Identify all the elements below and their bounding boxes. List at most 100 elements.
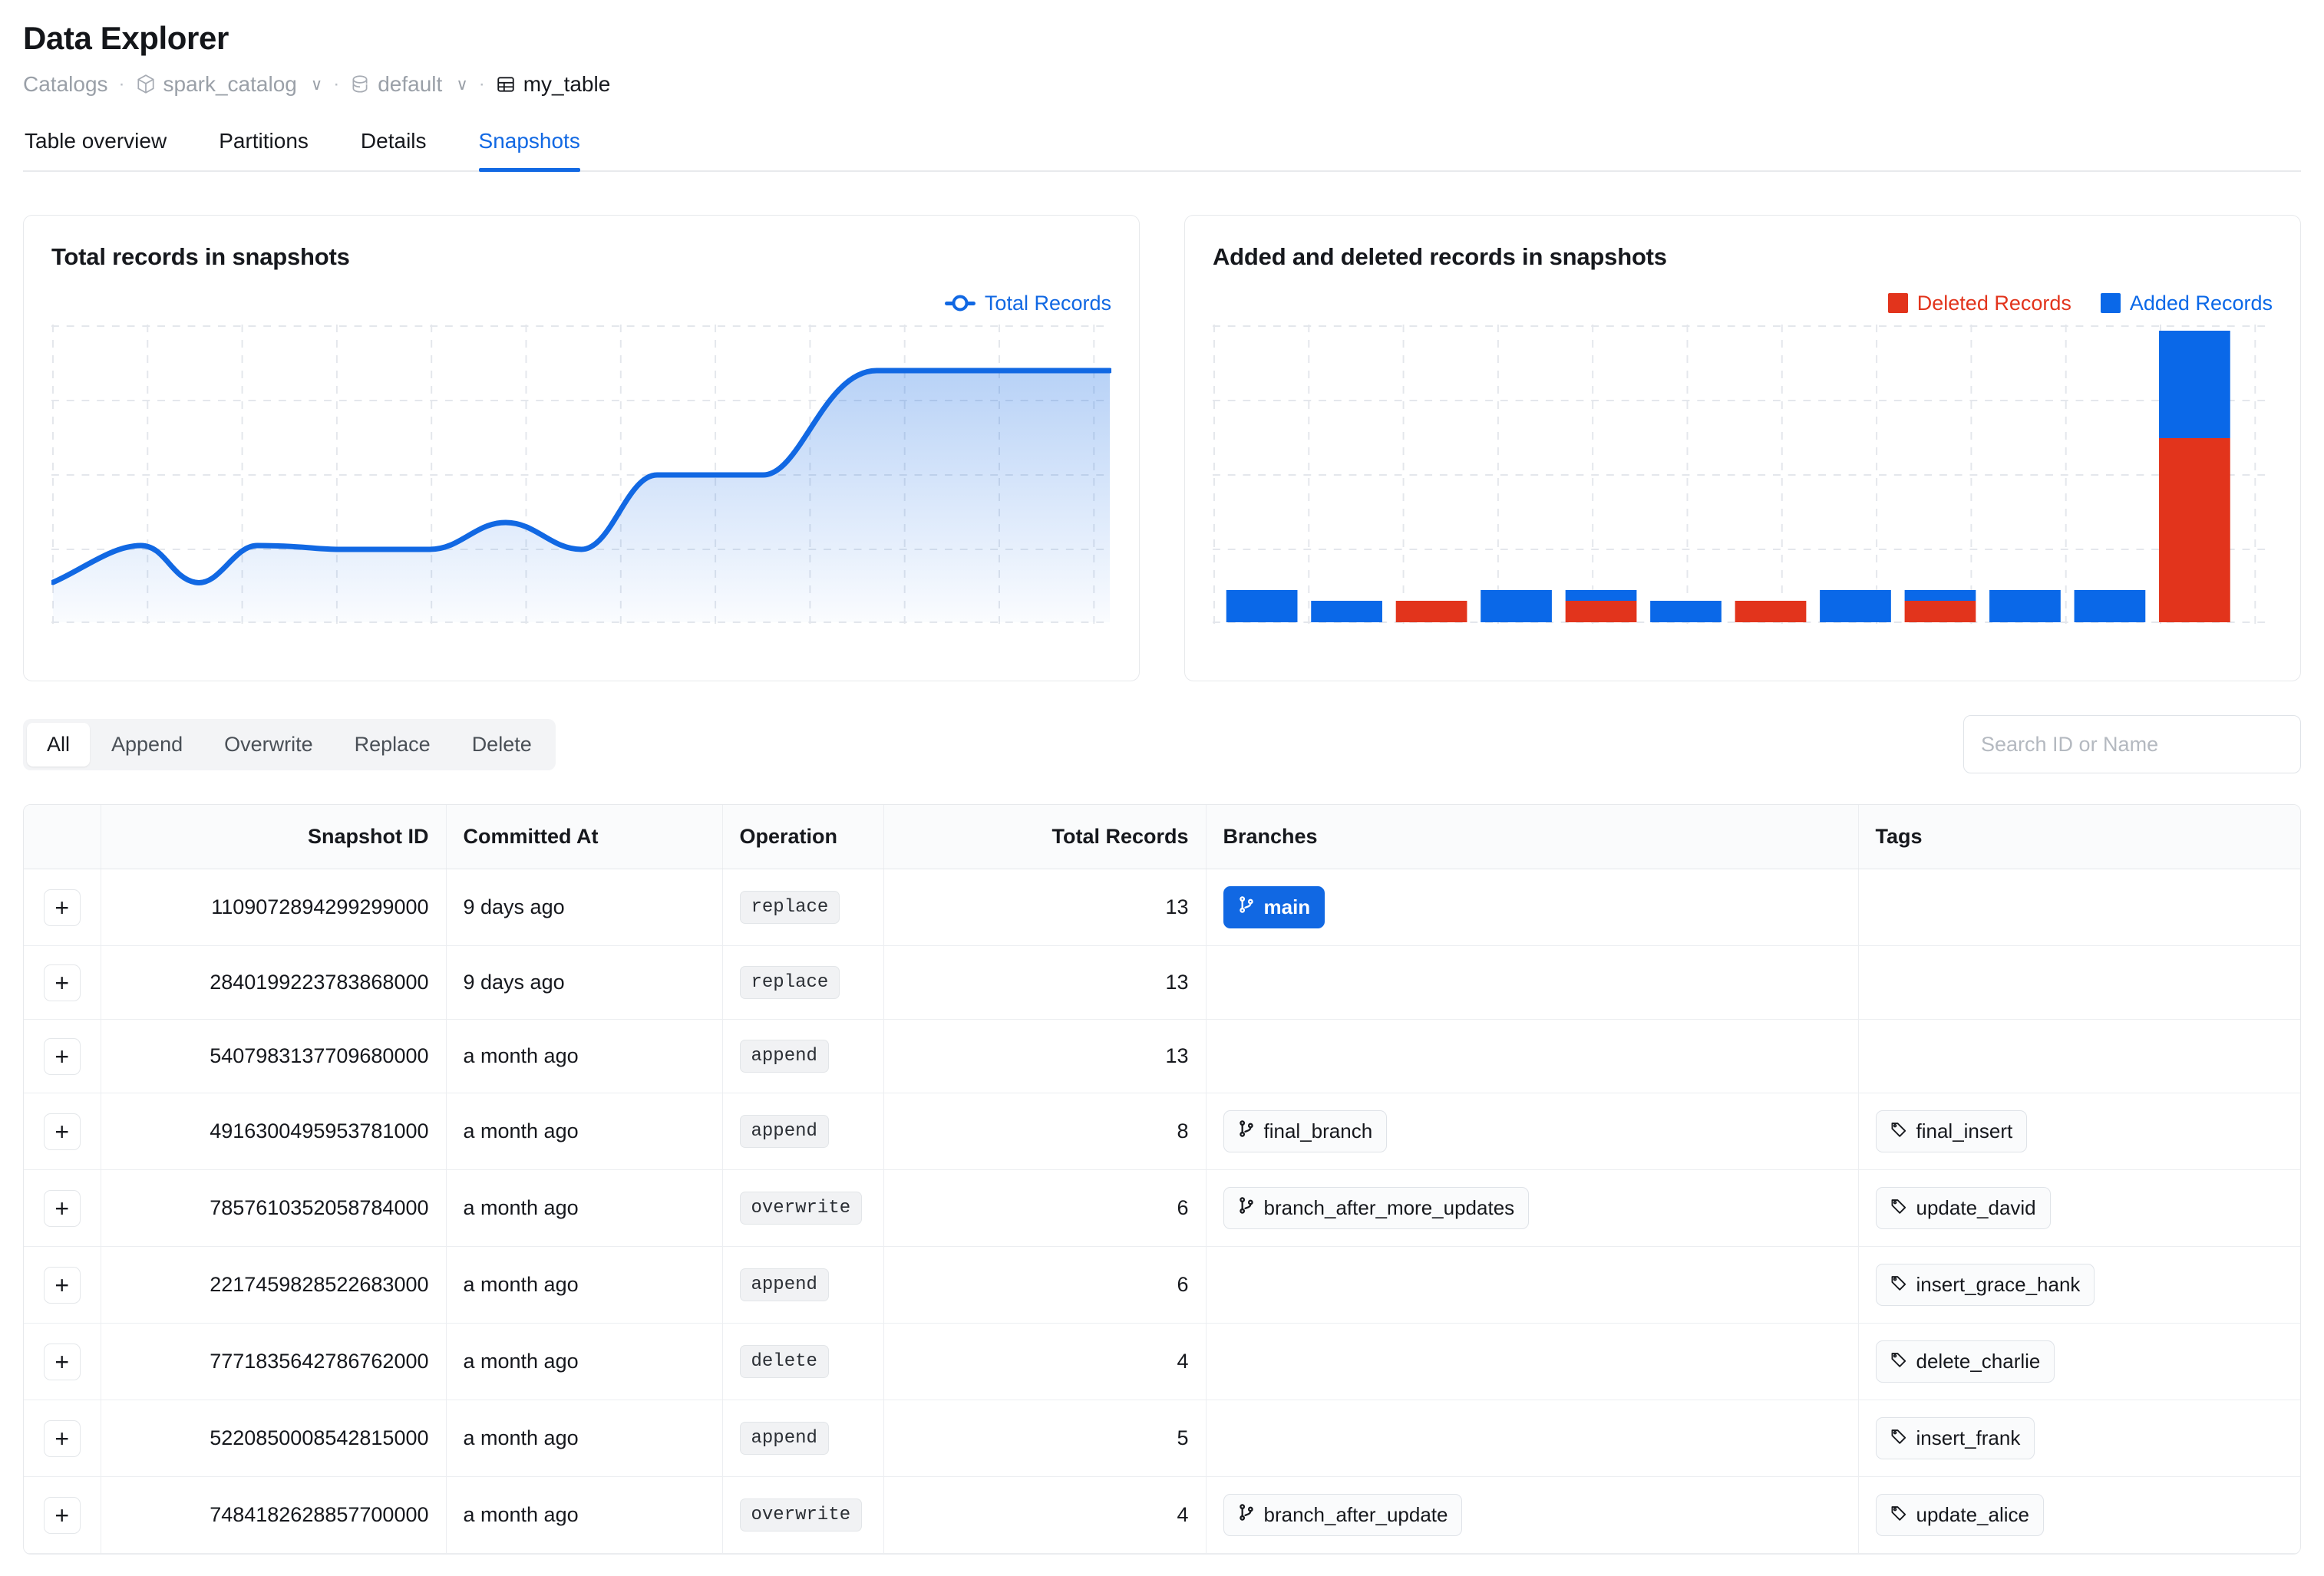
column-header-branches[interactable]: Branches <box>1206 805 1859 870</box>
cell-total-records: 13 <box>883 869 1207 947</box>
table-row[interactable]: +5407983137709680000 a month ago append 13 <box>24 1019 2300 1094</box>
line-dot-marker-icon <box>944 301 975 305</box>
expand-cell: + <box>24 1323 101 1401</box>
branch-chip[interactable]: branch_after_more_updates <box>1223 1187 1530 1230</box>
cell-snapshot-id: 7484182628857700000 <box>101 1476 447 1555</box>
breadcrumb-item-spark-catalog[interactable]: spark_catalog ∨ <box>136 72 322 97</box>
charts-section: Total records in snapshots Total Records <box>23 215 2301 682</box>
tag-icon <box>1890 1503 1907 1527</box>
expand-cell: + <box>24 869 101 947</box>
breadcrumb-item-my-table[interactable]: my_table <box>496 72 611 97</box>
expand-row-button[interactable]: + <box>43 964 81 1001</box>
table-row[interactable]: +7484182628857700000 a month ago overwrite… <box>24 1476 2300 1555</box>
cell-branches <box>1206 1246 1859 1324</box>
breadcrumb-label: spark_catalog <box>163 72 297 97</box>
tag-chip[interactable]: delete_charlie <box>1875 1340 2055 1383</box>
tag-icon <box>1890 1119 1907 1143</box>
cell-tags: update_alice <box>1858 1476 2300 1555</box>
cell-committed-at: 9 days ago <box>446 945 723 1020</box>
expand-row-button[interactable]: + <box>43 1343 81 1380</box>
legend-item-deleted-records[interactable]: Deleted Records <box>1887 292 2071 315</box>
expand-cell: + <box>24 1093 101 1171</box>
total-records-chart-card: Total records in snapshots Total Records <box>23 215 1140 682</box>
cell-tags: insert_frank <box>1858 1400 2300 1478</box>
filter-all[interactable]: All <box>27 722 91 767</box>
tab-partitions[interactable]: Partitions <box>193 129 335 170</box>
table-row[interactable]: +1109072894299299000 9 days ago replace 13 m… <box>24 869 2300 947</box>
chip-label: branch_after_update <box>1263 1503 1448 1527</box>
bars <box>1226 331 2230 623</box>
table-body: +1109072894299299000 9 days ago replace 13 m… <box>24 869 2300 1555</box>
cell-branches <box>1206 1323 1859 1401</box>
breadcrumb-item-catalogs[interactable]: Catalogs <box>23 72 108 97</box>
cell-operation: replace <box>722 869 884 947</box>
cell-operation: append <box>722 1246 884 1324</box>
expand-row-button[interactable]: + <box>43 889 81 926</box>
bar-added <box>2159 331 2230 439</box>
cell-committed-at: a month ago <box>446 1476 723 1555</box>
cell-committed-at: a month ago <box>446 1093 723 1171</box>
expand-row-button[interactable]: + <box>43 1419 81 1457</box>
cell-branches: final_branch <box>1206 1093 1859 1171</box>
cell-tags: final_insert <box>1858 1093 2300 1171</box>
filter-append[interactable]: Append <box>91 723 203 767</box>
branch-chip[interactable]: main <box>1223 886 1325 929</box>
table-row[interactable]: +5220850008542815000 a month ago append 5 in… <box>24 1400 2300 1478</box>
square-marker-icon <box>2100 293 2121 314</box>
column-header-snapshot-id[interactable]: Snapshot ID <box>101 805 447 870</box>
filter-delete[interactable]: Delete <box>452 723 552 767</box>
bar-added <box>1820 590 1891 623</box>
legend-item-total-records[interactable]: Total Records <box>944 292 1111 315</box>
cell-tags <box>1858 1019 2300 1094</box>
added-deleted-chart-title: Added and deleted records in snapshots <box>1213 243 1667 271</box>
column-header-tags[interactable]: Tags <box>1858 805 2300 870</box>
branch-chip[interactable]: final_branch <box>1223 1110 1388 1153</box>
tag-chip[interactable]: update_alice <box>1875 1494 2044 1537</box>
expand-row-button[interactable]: + <box>43 1037 81 1075</box>
tab-bar: Table overview Partitions Details Snapsh… <box>23 129 2301 173</box>
tag-chip[interactable]: insert_grace_hank <box>1875 1264 2095 1307</box>
bar-deleted <box>1395 601 1467 623</box>
branch-icon <box>1238 1196 1255 1220</box>
column-header-committed-at[interactable]: Committed At <box>446 805 723 870</box>
cell-operation: append <box>722 1400 884 1478</box>
filter-replace[interactable]: Replace <box>335 723 451 767</box>
tab-details[interactable]: Details <box>335 129 453 170</box>
breadcrumb-separator: · <box>118 74 125 95</box>
chip-label: update_david <box>1916 1196 2036 1220</box>
table-row[interactable]: +7771835642786762000 a month ago delete 4 de… <box>24 1323 2300 1401</box>
column-header-operation[interactable]: Operation <box>722 805 884 870</box>
tag-chip[interactable]: update_david <box>1875 1187 2051 1230</box>
column-header-total-records[interactable]: Total Records <box>883 805 1207 870</box>
expand-row-button[interactable]: + <box>43 1266 81 1304</box>
breadcrumb-label: my_table <box>523 72 611 97</box>
database-icon <box>350 74 370 95</box>
expand-row-button[interactable]: + <box>43 1189 81 1227</box>
cell-operation: overwrite <box>722 1169 884 1248</box>
chevron-down-icon[interactable]: ∨ <box>311 75 322 94</box>
table-row[interactable]: +7857610352058784000 a month ago overwrite… <box>24 1169 2300 1248</box>
tab-table-overview[interactable]: Table overview <box>23 129 193 170</box>
area-chart-svg <box>51 325 1111 625</box>
legend-item-added-records[interactable]: Added Records <box>2100 292 2273 315</box>
table-row[interactable]: +4916300495953781000 a month ago append 8 fi… <box>24 1093 2300 1171</box>
breadcrumb-item-default[interactable]: default ∨ <box>350 72 468 97</box>
cell-branches: branch_after_update <box>1206 1476 1859 1555</box>
branch-chip[interactable]: branch_after_update <box>1223 1494 1463 1537</box>
filter-row: All Append Overwrite Replace Delete <box>23 715 2301 774</box>
table-row[interactable]: +2840199223783868000 9 days ago replace 13 <box>24 945 2300 1020</box>
bar-added <box>1565 590 1637 602</box>
chevron-down-icon[interactable]: ∨ <box>456 75 467 94</box>
cell-operation: append <box>722 1019 884 1094</box>
expand-row-button[interactable]: + <box>43 1113 81 1150</box>
tab-snapshots[interactable]: Snapshots <box>453 129 606 173</box>
cell-total-records: 4 <box>883 1476 1207 1555</box>
tag-chip[interactable]: final_insert <box>1875 1110 2028 1153</box>
tag-chip[interactable]: insert_frank <box>1875 1417 2035 1460</box>
expand-row-button[interactable]: + <box>43 1496 81 1534</box>
search-input[interactable] <box>1963 715 2301 774</box>
cell-total-records: 8 <box>883 1093 1207 1171</box>
cell-branches: branch_after_more_updates <box>1206 1169 1859 1248</box>
table-row[interactable]: +2217459828522683000 a month ago append 6 in… <box>24 1246 2300 1324</box>
filter-overwrite[interactable]: Overwrite <box>204 723 333 767</box>
